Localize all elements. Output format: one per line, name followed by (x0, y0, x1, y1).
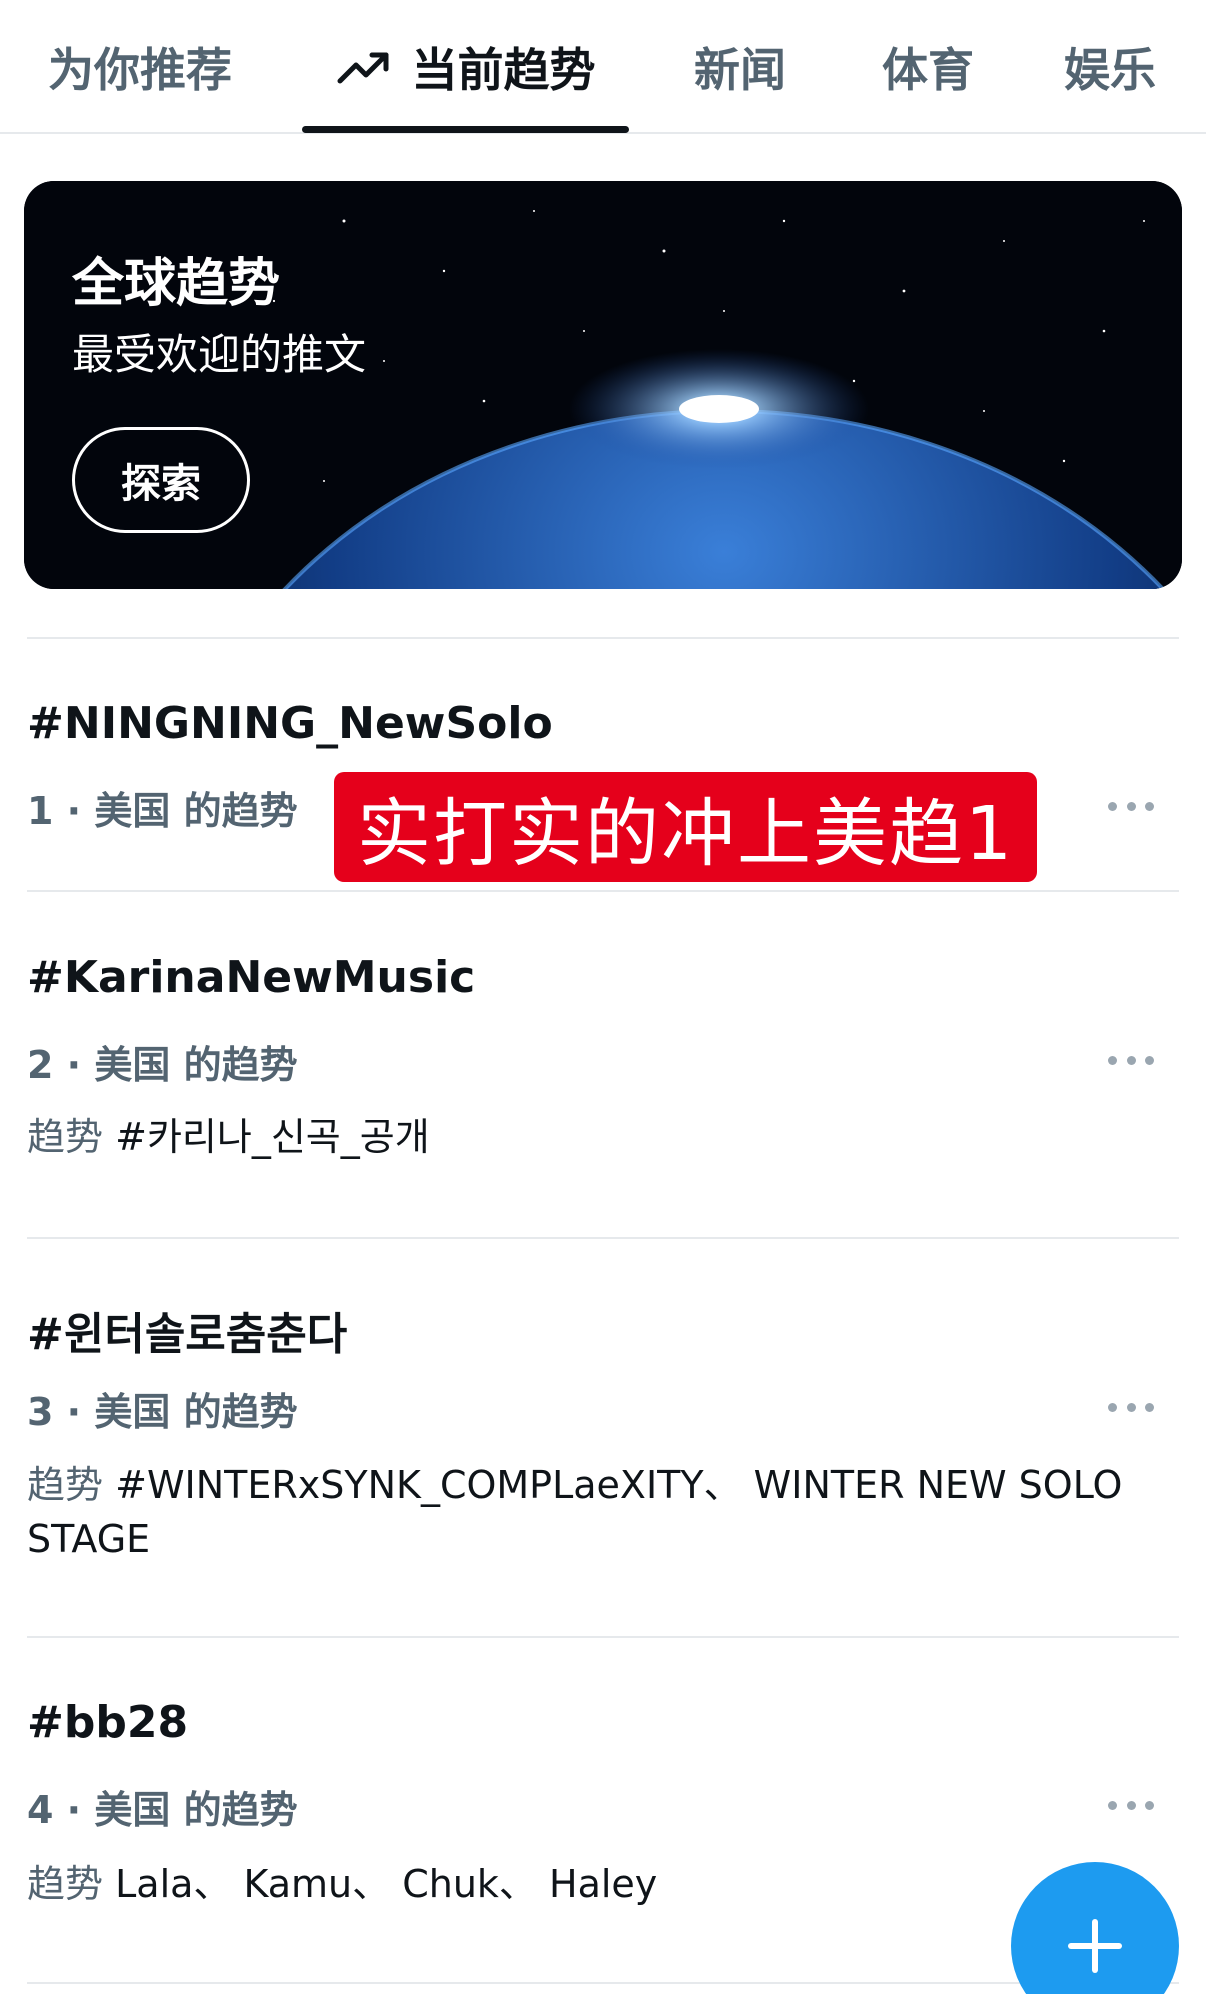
tab-trending-label: 当前趋势 (411, 43, 596, 97)
divider (27, 1237, 1179, 1239)
explore-button[interactable]: 探索 (72, 427, 250, 533)
tab-sports[interactable]: 体育 (848, 0, 1008, 134)
more-options-icon[interactable] (1108, 1050, 1154, 1070)
trend-name: #NINGNING_NewSolo (27, 698, 553, 749)
trend-related-label: 趋势 (27, 1862, 104, 1906)
divider (27, 1636, 1179, 1638)
trend-meta: 2 · 美国 的趋势 (27, 1043, 298, 1087)
trend-name: #bb28 (27, 1697, 189, 1748)
tab-sports-label: 体育 (882, 43, 974, 97)
trend-meta: 3 · 美国 的趋势 (27, 1390, 298, 1434)
tab-trending[interactable]: 当前趋势 (302, 0, 629, 134)
top-tabs: 为你推荐 当前趋势 新闻 体育 娱乐 (0, 0, 1206, 134)
tab-news[interactable]: 新闻 (660, 0, 820, 134)
trend-related-label: 趋势 (27, 1463, 104, 1507)
banner-title: 全球趋势 (72, 254, 281, 314)
divider (27, 1982, 1179, 1984)
trend-related-text: #카리나_신곡_공개 (115, 1115, 430, 1159)
tab-for-you[interactable]: 为你推荐 (0, 0, 280, 134)
tab-news-label: 新闻 (694, 43, 786, 97)
trend-related-text: #WINTERxSYNK_COMPLaeXITY、 WINTER NEW SOL… (27, 1463, 1123, 1561)
global-trends-banner[interactable]: 全球趋势 最受欢迎的推文 探索 (24, 181, 1182, 589)
divider (27, 890, 1179, 892)
trending-arrow-icon (337, 52, 388, 84)
trend-meta: 1 · 美国 的趋势 (27, 789, 298, 833)
tab-entertainment-label: 娱乐 (1064, 43, 1156, 97)
trend-related-label: 趋势 (27, 1115, 104, 1159)
plus-icon (1068, 1919, 1122, 1973)
trend-name: #KarinaNewMusic (27, 952, 476, 1003)
trend-related: 趋势 #WINTERxSYNK_COMPLaeXITY、 WINTER NEW … (27, 1458, 1177, 1566)
banner-subtitle: 最受欢迎的推文 (72, 330, 367, 379)
trend-related: 趋势 Lala、 Kamu、 Chuk、 Haley (27, 1857, 1177, 1911)
red-caption-overlay: 实打实的冲上美趋1 (334, 772, 1037, 882)
more-options-icon[interactable] (1108, 1795, 1154, 1815)
tab-entertainment[interactable]: 娱乐 (1030, 0, 1190, 134)
trend-related-text: Lala、 Kamu、 Chuk、 Haley (115, 1862, 658, 1906)
tab-for-you-label: 为你推荐 (48, 43, 232, 97)
divider (27, 637, 1179, 639)
trend-related: 趋势 #카리나_신곡_공개 (27, 1110, 1177, 1164)
trend-name: #윈터솔로춤춘다 (27, 1309, 348, 1360)
trend-meta: 4 · 美国 的趋势 (27, 1788, 298, 1832)
more-options-icon[interactable] (1108, 796, 1154, 816)
more-options-icon[interactable] (1108, 1397, 1154, 1417)
active-tab-indicator (302, 126, 629, 133)
